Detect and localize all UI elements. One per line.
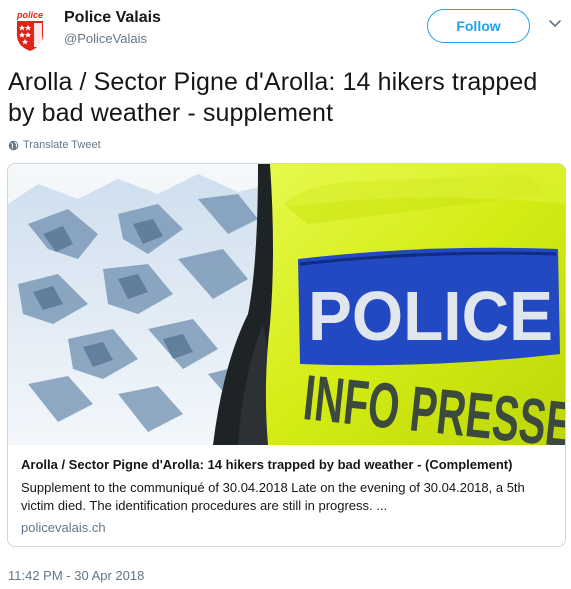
avatar-wordmark: police (16, 10, 43, 20)
card-image: POLICE INFO PRESSE (8, 164, 565, 445)
chevron-down-icon[interactable] (547, 15, 563, 31)
card-title: Arolla / Sector Pigne d'Arolla: 14 hiker… (21, 457, 513, 472)
tweet-header: police Police Valais @PoliceValais Follo… (0, 0, 571, 60)
tweet-timestamp[interactable]: 11:42 PM - 30 Apr 2018 (8, 568, 144, 583)
globe-icon (8, 140, 19, 150)
police-valais-avatar[interactable]: police (8, 8, 52, 52)
tweet-text: Arolla / Sector Pigne d'Arolla: 14 hiker… (8, 68, 538, 127)
vest-police-text: POLICE (308, 277, 553, 355)
author-name[interactable]: Police Valais (64, 9, 161, 27)
link-card[interactable]: POLICE INFO PRESSE Arolla / Sector Pigne… (7, 163, 566, 547)
translate-label: Translate Tweet (23, 139, 101, 151)
author-handle[interactable]: @PoliceValais (64, 31, 147, 46)
follow-button[interactable]: Follow (427, 9, 530, 43)
card-description: Supplement to the communiqué of 30.04.20… (21, 480, 525, 513)
translate-tweet-link[interactable]: Translate Tweet (8, 138, 101, 152)
card-domain: policevalais.ch (21, 520, 106, 535)
